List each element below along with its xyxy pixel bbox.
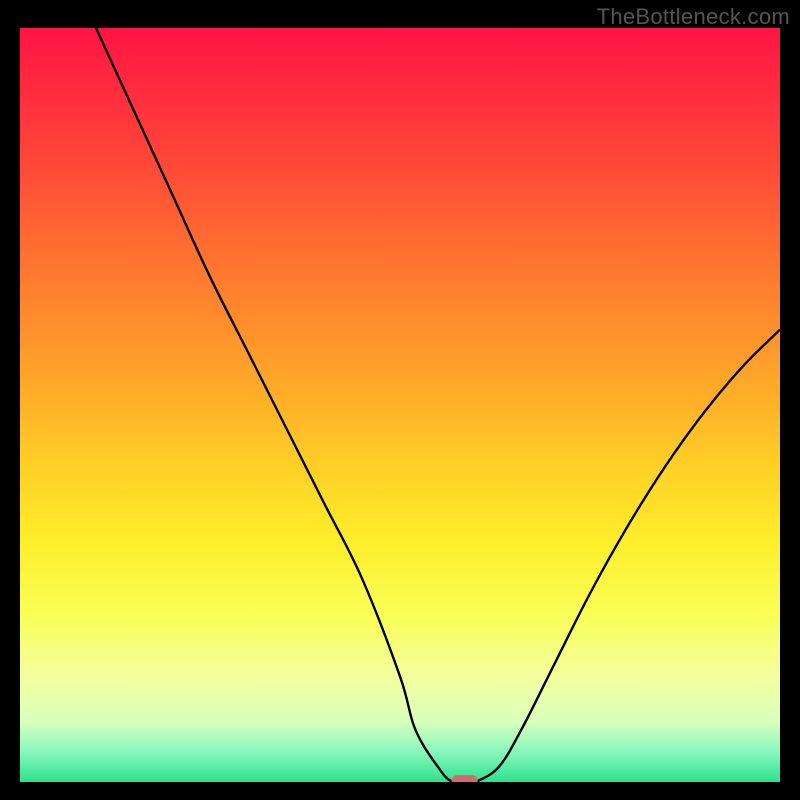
- chart-frame: TheBottleneck.com: [0, 0, 800, 800]
- chart-svg: [20, 28, 780, 782]
- plot-area: [20, 28, 780, 782]
- left-curve: [96, 28, 476, 782]
- right-curve: [476, 330, 780, 782]
- watermark-text: TheBottleneck.com: [597, 4, 790, 30]
- bottleneck-marker: [452, 775, 478, 782]
